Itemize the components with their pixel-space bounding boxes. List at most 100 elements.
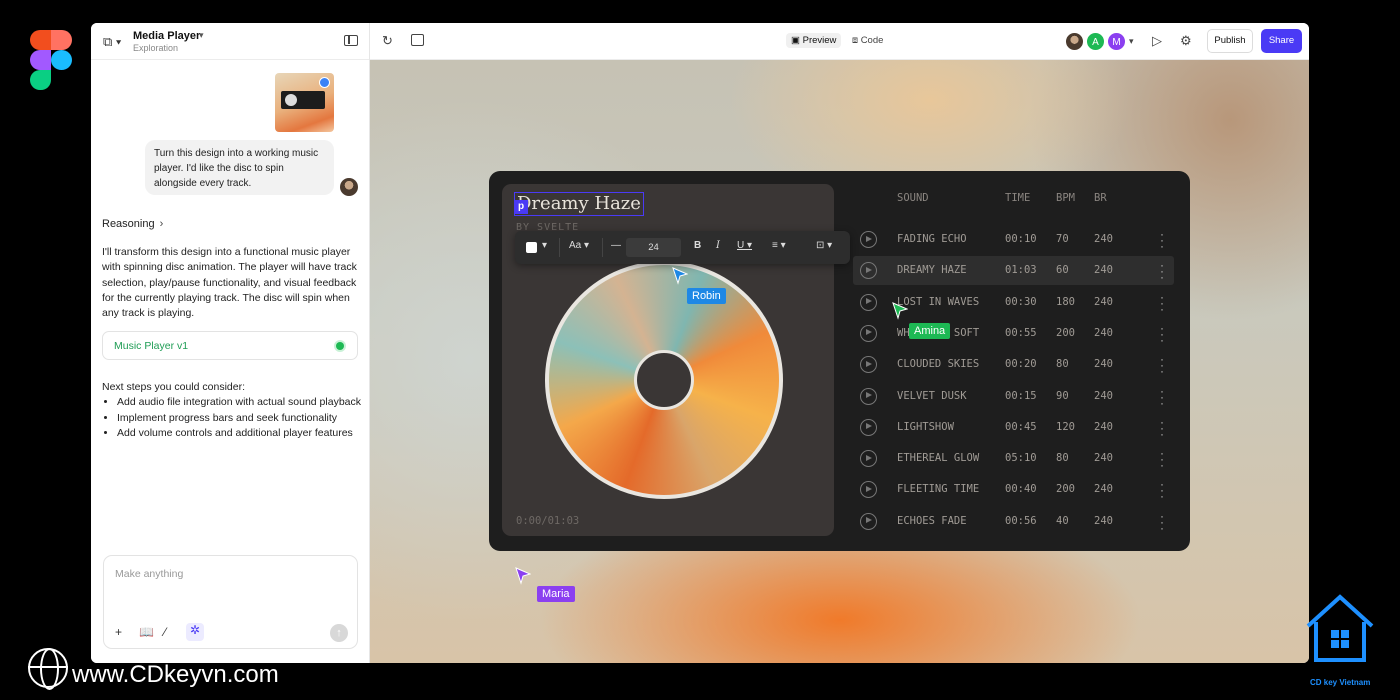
track-time: 00:56 <box>1005 514 1037 527</box>
align-icon[interactable]: ≡ ▾ <box>772 240 786 251</box>
play-icon[interactable] <box>860 512 877 530</box>
version-card[interactable]: Music Player v1 <box>102 331 358 360</box>
color-swatch[interactable] <box>526 242 537 253</box>
track-br: 240 <box>1094 295 1113 308</box>
play-icon[interactable] <box>860 481 877 499</box>
now-playing-title[interactable]: Dreamy Haze <box>514 192 644 216</box>
avatar-a[interactable]: A <box>1086 32 1105 51</box>
track-row[interactable]: VELVET DUSK 00:15 90 240 · · · <box>853 382 1174 411</box>
track-time: 00:55 <box>1005 326 1037 339</box>
track-bpm: 90 <box>1056 389 1069 402</box>
track-row[interactable]: FLEETING TIME 00:40 200 240 · · · <box>853 475 1174 504</box>
more-vertical-icon[interactable]: · · · <box>1159 510 1165 534</box>
track-name: FADING ECHO <box>897 233 967 245</box>
robin-cursor-label: Robin <box>687 288 726 304</box>
album-disc <box>545 261 783 499</box>
track-br: 240 <box>1094 483 1113 496</box>
next-steps: Next steps you could consider: Add audio… <box>102 380 362 441</box>
chevron-down-icon[interactable]: ▾ <box>1129 36 1134 47</box>
book-icon[interactable]: 📖 <box>139 625 154 639</box>
sidebar-toggle-icon[interactable] <box>344 35 358 46</box>
ai-message: I'll transform this design into a functi… <box>102 246 357 320</box>
decrease-size-icon[interactable]: — <box>611 240 621 251</box>
more-vertical-icon[interactable]: · · · <box>1159 322 1165 346</box>
gear-icon[interactable]: ⚙ <box>1180 33 1192 49</box>
more-vertical-icon[interactable]: · · · <box>1159 353 1165 377</box>
house-logo-icon <box>1306 594 1374 662</box>
reasoning-toggle[interactable]: Reasoning › <box>102 218 163 230</box>
magic-wand-icon[interactable]: ⁄ <box>164 625 166 639</box>
track-time: 01:03 <box>1005 264 1037 277</box>
preview-label: Preview <box>802 35 837 46</box>
track-name: FLEETING TIME <box>897 483 980 496</box>
more-vertical-icon[interactable]: · · · <box>1159 478 1165 502</box>
font-size-field[interactable]: 24 <box>626 238 681 257</box>
more-vertical-icon[interactable]: · · · <box>1159 447 1165 471</box>
italic-icon[interactable]: I <box>716 240 720 251</box>
layout-icon[interactable] <box>411 34 424 46</box>
track-row[interactable]: FADING ECHO 00:10 70 240 · · · <box>853 225 1174 254</box>
track-br: 240 <box>1094 389 1113 402</box>
composer-placeholder[interactable]: Make anything <box>115 568 183 580</box>
track-time: 00:10 <box>1005 233 1037 245</box>
more-vertical-icon[interactable]: · · · <box>1159 259 1165 283</box>
add-icon[interactable]: + <box>115 625 122 639</box>
maria-cursor-label: Maria <box>537 586 575 602</box>
send-button[interactable]: ↑ <box>330 624 348 642</box>
play-icon[interactable] <box>860 387 877 405</box>
more-vertical-icon[interactable]: · · · <box>1159 228 1165 252</box>
play-icon[interactable] <box>860 231 877 248</box>
more-vertical-icon[interactable]: · · · <box>1159 385 1165 409</box>
track-br: 240 <box>1094 420 1113 433</box>
frame-icon[interactable]: ⊡ ▾ <box>816 240 832 251</box>
track-row[interactable]: CLOUDED SKIES 00:20 80 240 · · · <box>853 350 1174 379</box>
play-icon[interactable] <box>860 418 877 436</box>
track-row[interactable]: ECHOES FADE 00:56 40 240 · · · <box>853 507 1174 536</box>
track-row[interactable]: DREAMY HAZE 01:03 60 240 · · · <box>853 256 1174 286</box>
next-step-item: Add audio file integration with actual s… <box>117 395 362 410</box>
next-steps-title: Next steps you could consider: <box>102 381 245 393</box>
music-player: Dreamy Haze BY SVELTE 0:00/01:03 ▾ Aa ▾ … <box>489 171 1190 551</box>
playback-time: 0:00/01:03 <box>516 515 580 527</box>
chevron-down-icon[interactable]: ▾ <box>542 240 547 251</box>
prompt-composer[interactable]: Make anything + 📖 ⁄ ✲ ↑ <box>103 555 358 649</box>
underline-icon[interactable]: U ▾ <box>737 240 752 251</box>
code-label: Code <box>860 35 884 46</box>
play-icon[interactable] <box>860 450 877 468</box>
play-icon[interactable] <box>860 262 877 280</box>
play-icon[interactable]: ▷ <box>1152 33 1162 49</box>
play-icon[interactable] <box>860 324 877 342</box>
project-title[interactable]: Media Player <box>133 30 200 42</box>
avatar-m[interactable]: M <box>1107 32 1126 51</box>
chevron-down-icon[interactable]: ▾ <box>199 30 204 41</box>
font-family-icon[interactable]: Aa ▾ <box>569 240 589 251</box>
p-badge: p <box>514 200 528 214</box>
avatar[interactable] <box>1065 32 1084 51</box>
more-vertical-icon[interactable]: · · · <box>1159 291 1165 315</box>
refresh-icon[interactable]: ↻ <box>382 33 393 49</box>
tab-code[interactable]: ⧈ Code <box>847 33 888 48</box>
top-toolbar: ↻ ▣ Preview ⧈ Code A M ▾ ▷ ⚙ Publish Sha… <box>370 23 1309 60</box>
status-dot-icon <box>336 342 344 350</box>
sparkle-icon[interactable]: ✲ <box>186 623 204 641</box>
figma-menu-icon[interactable]: ⧉ ▾ <box>103 34 121 50</box>
tab-preview[interactable]: ▣ Preview <box>786 33 842 48</box>
more-vertical-icon[interactable]: · · · <box>1159 416 1165 440</box>
link-badge-icon <box>319 77 330 88</box>
play-icon[interactable] <box>860 293 877 311</box>
publish-button[interactable]: Publish <box>1207 29 1253 53</box>
bold-icon[interactable]: B <box>694 240 701 251</box>
play-icon[interactable] <box>860 356 877 374</box>
track-br: 240 <box>1094 358 1113 371</box>
track-name: DREAMY HAZE <box>897 264 967 277</box>
track-row[interactable]: ETHEREAL GLOW 05:10 80 240 · · · <box>853 444 1174 473</box>
chevron-right-icon: › <box>159 218 164 230</box>
maria-cursor-icon <box>515 567 531 585</box>
track-time: 00:20 <box>1005 358 1037 371</box>
track-row[interactable]: LIGHTSHOW 00:45 120 240 · · · <box>853 413 1174 442</box>
track-name: VELVET DUSK <box>897 389 967 402</box>
share-button[interactable]: Share <box>1261 29 1302 53</box>
track-row[interactable]: WHISPERS SOFT00:55200240··· <box>853 319 1174 348</box>
attached-design-thumbnail[interactable] <box>275 73 334 132</box>
watermark-site: www.CDkeyvn.com <box>72 661 279 688</box>
